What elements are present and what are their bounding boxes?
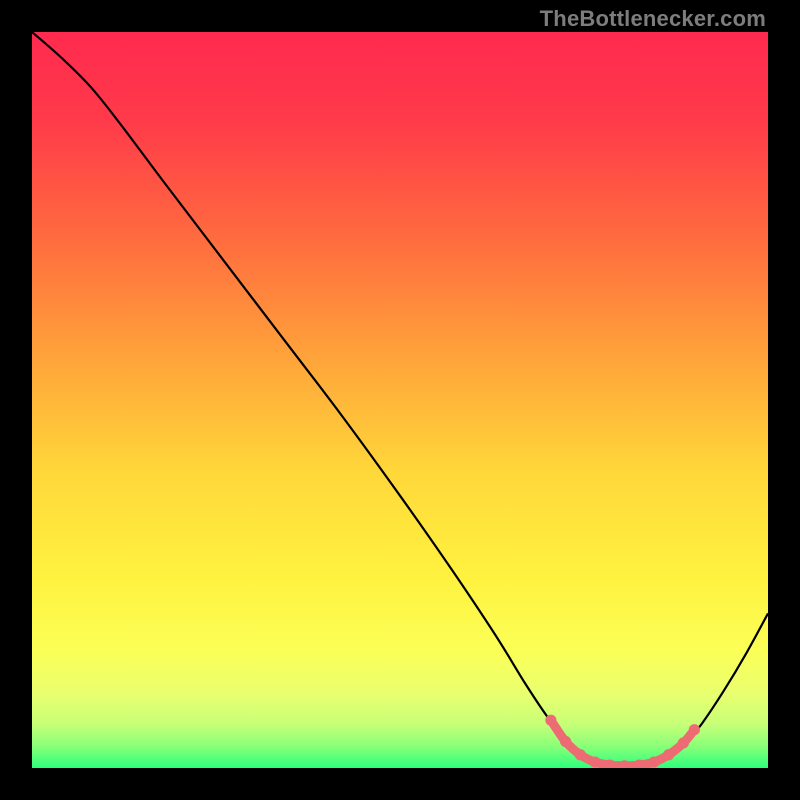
- optimal-band-bead: [663, 749, 674, 760]
- optimal-band-bead: [575, 749, 586, 760]
- bottleneck-chart: [32, 32, 768, 768]
- attribution-text: TheBottlenecker.com: [540, 6, 766, 32]
- optimal-band-bead: [589, 757, 600, 768]
- optimal-band-bead: [560, 736, 571, 747]
- optimal-band-bead: [689, 724, 700, 735]
- chart-frame: [32, 32, 768, 768]
- optimal-band-bead: [545, 715, 556, 726]
- optimal-band-bead: [648, 757, 659, 768]
- gradient-background: [32, 32, 768, 768]
- optimal-band-bead: [678, 737, 689, 748]
